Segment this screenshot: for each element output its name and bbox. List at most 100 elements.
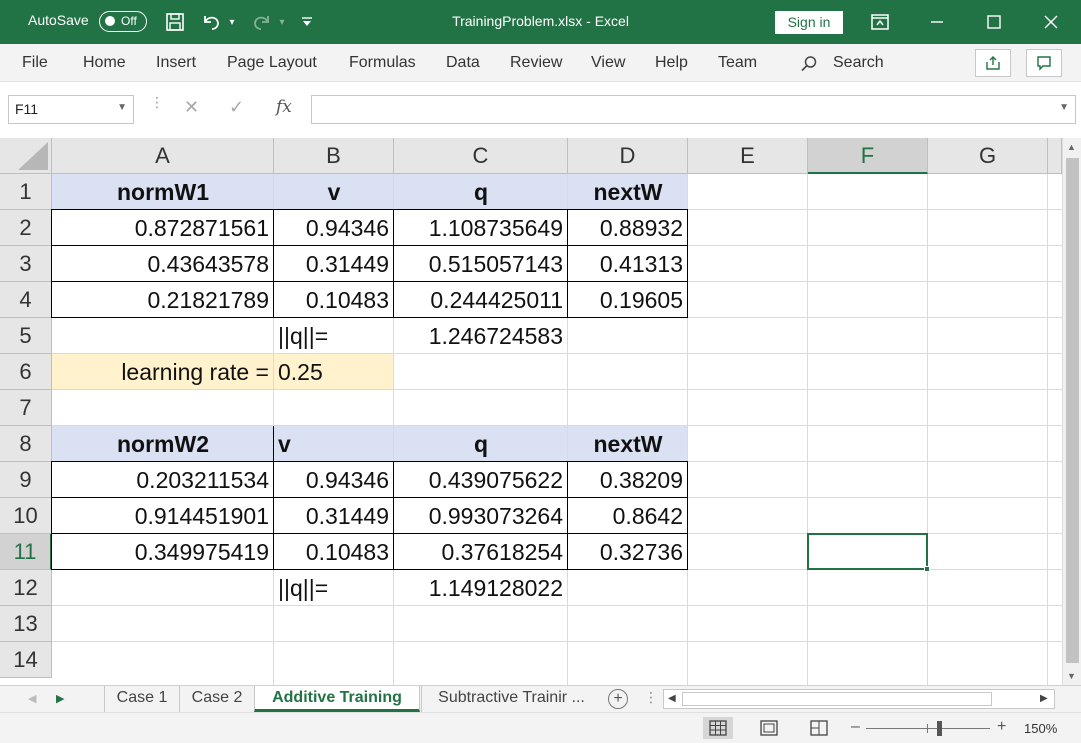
cell-c1[interactable]: q [394,174,568,210]
cell-a1[interactable]: normW1 [52,174,274,210]
tab-page-layout[interactable]: Page Layout [227,54,317,72]
cell-d1[interactable]: nextW [568,174,688,210]
scroll-up-icon[interactable]: ▲ [1067,142,1076,152]
vertical-scroll-thumb[interactable] [1066,158,1079,663]
tab-file[interactable]: File [22,54,48,72]
cell-a9[interactable]: 0.203211534 [52,462,274,498]
sheet-tab-case-2[interactable]: Case 2 [179,686,254,712]
close-icon[interactable] [1039,10,1063,34]
tab-help[interactable]: Help [655,54,688,72]
save-icon[interactable] [163,10,187,34]
page-break-view-button[interactable] [804,717,834,739]
column-header-partial[interactable] [1048,138,1062,174]
normal-view-button[interactable] [703,717,733,739]
cell-a11[interactable]: 0.349975419 [52,534,274,570]
autosave-toggle[interactable]: Off [99,11,147,32]
cell-a2[interactable]: 0.872871561 [52,210,274,246]
cell-d4[interactable]: 0.19605 [568,282,688,318]
cell-b10[interactable]: 0.31449 [274,498,394,534]
cell-c9[interactable]: 0.439075622 [394,462,568,498]
column-header-e[interactable]: E [688,138,808,174]
cell-c11[interactable]: 0.37618254 [394,534,568,570]
zoom-slider-knob[interactable] [937,721,942,736]
scroll-tabs-left-icon[interactable]: ◀ [28,692,36,705]
tab-data[interactable]: Data [446,54,480,72]
search-icon[interactable] [800,55,818,78]
comments-button[interactable] [1026,49,1062,77]
cell-d8[interactable]: nextW [568,426,688,462]
row-header-10[interactable]: 10 [0,498,52,534]
search-label[interactable]: Search [833,54,884,72]
cell-c8[interactable]: q [394,426,568,462]
name-box[interactable]: F11 ▼ [8,95,134,124]
cell-d10[interactable]: 0.8642 [568,498,688,534]
cell-a6[interactable]: learning rate = [52,354,274,390]
row-header-11[interactable]: 11 [0,534,52,570]
zoom-level[interactable]: 150% [1024,721,1057,736]
tabs-split-handle-icon[interactable]: ⋮ [644,689,658,706]
scroll-tabs-right-icon[interactable]: ▶ [56,692,64,705]
cell-b1[interactable]: v [274,174,394,210]
column-header-b[interactable]: B [274,138,394,174]
tab-formulas[interactable]: Formulas [349,54,416,72]
column-header-c[interactable]: C [394,138,568,174]
scroll-down-icon[interactable]: ▼ [1067,671,1076,681]
row-header-4[interactable]: 4 [0,282,52,318]
ribbon-display-options-icon[interactable] [868,10,892,34]
row-header-12[interactable]: 12 [0,570,52,606]
sign-in-button[interactable]: Sign in [775,11,843,34]
share-button[interactable] [975,49,1011,77]
tab-home[interactable]: Home [83,54,126,72]
sheet-tab-case-1[interactable]: Case 1 [104,686,179,712]
cell-b2[interactable]: 0.94346 [274,210,394,246]
cell-b12[interactable]: ||q||= [274,570,394,606]
row-header-9[interactable]: 9 [0,462,52,498]
row-header-2[interactable]: 2 [0,210,52,246]
cell-c12[interactable]: 1.149128022 [394,570,568,606]
horizontal-scrollbar[interactable]: ◀ ▶ [663,689,1055,709]
page-layout-view-button[interactable] [754,717,784,739]
cell-a3[interactable]: 0.43643578 [52,246,274,282]
row-header-5[interactable]: 5 [0,318,52,354]
horizontal-scroll-thumb[interactable] [682,692,992,706]
cell-a10[interactable]: 0.914451901 [52,498,274,534]
fill-handle[interactable] [924,566,930,572]
cell-b3[interactable]: 0.31449 [274,246,394,282]
select-all-button[interactable] [0,138,52,174]
cell-d3[interactable]: 0.41313 [568,246,688,282]
maximize-icon[interactable] [982,10,1006,34]
undo-icon[interactable] [198,10,224,34]
active-cell-f11[interactable] [807,533,930,572]
sheet-tab-subtractive-training[interactable]: Subtractive Trainir ... [421,686,601,712]
undo-dropdown-icon[interactable]: ▾ [226,10,238,34]
minimize-icon[interactable] [925,10,949,34]
tab-team[interactable]: Team [718,54,757,72]
add-sheet-button[interactable]: + [608,689,628,709]
cell-c3[interactable]: 0.515057143 [394,246,568,282]
row-header-6[interactable]: 6 [0,354,52,390]
insert-function-button[interactable]: fx [276,97,292,117]
cell-d2[interactable]: 0.88932 [568,210,688,246]
column-header-g[interactable]: G [928,138,1048,174]
cell-a4[interactable]: 0.21821789 [52,282,274,318]
cell-c2[interactable]: 1.108735649 [394,210,568,246]
row-header-7[interactable]: 7 [0,390,52,426]
formula-input[interactable]: ▼ [311,95,1076,124]
scroll-left-icon[interactable]: ◀ [668,693,676,704]
chevron-down-icon[interactable]: ▼ [117,102,127,113]
tab-review[interactable]: Review [510,54,562,72]
worksheet-grid[interactable]: A B C D E F G 1 2 3 4 5 6 7 8 9 10 11 12… [0,138,1081,685]
row-header-13[interactable]: 13 [0,606,52,642]
row-header-3[interactable]: 3 [0,246,52,282]
column-header-d[interactable]: D [568,138,688,174]
cell-c4[interactable]: 0.244425011 [394,282,568,318]
cell-b11[interactable]: 0.10483 [274,534,394,570]
customize-toolbar-icon[interactable] [299,10,315,34]
cell-a8[interactable]: normW2 [52,426,274,462]
column-header-a[interactable]: A [52,138,274,174]
zoom-in-icon[interactable]: + [997,718,1006,736]
column-header-f[interactable]: F [808,138,928,174]
cell-b5[interactable]: ||q||= [274,318,394,354]
tab-view[interactable]: View [591,54,625,72]
sheet-tab-additive-training[interactable]: Additive Training [254,686,420,712]
